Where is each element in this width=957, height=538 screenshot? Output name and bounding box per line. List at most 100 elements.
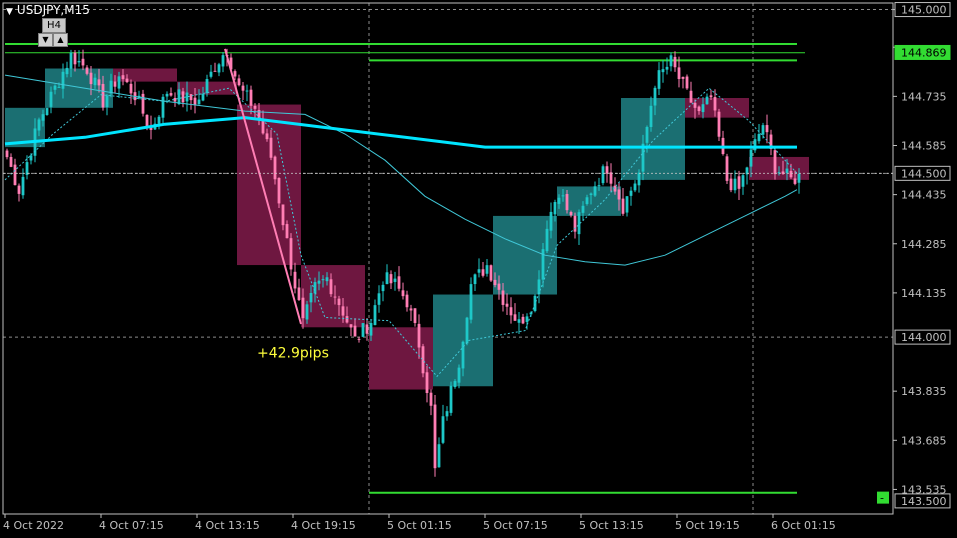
candle-bull	[209, 71, 213, 77]
candle-bull	[221, 55, 225, 67]
candle-bull	[201, 93, 205, 101]
candle-bear	[413, 308, 417, 323]
price-label: 144.500	[901, 167, 947, 180]
candle-bear	[141, 93, 145, 114]
candle-bear	[737, 176, 741, 189]
candle-bull	[657, 70, 661, 89]
price-label: 145.000	[901, 4, 947, 17]
candle-bull	[361, 323, 365, 337]
candle-bear	[421, 346, 425, 374]
candle-bear	[17, 185, 21, 194]
candle-bull	[533, 295, 537, 312]
candle-bear	[181, 91, 185, 103]
candle-bull	[661, 69, 665, 73]
candle-bull	[785, 168, 789, 174]
triangle-down-icon: ▼	[42, 35, 49, 44]
candle-bear	[697, 106, 701, 112]
candle-bear	[249, 89, 253, 106]
candle-bear	[349, 324, 353, 328]
candle-bear	[397, 276, 401, 289]
candle-bull	[37, 119, 41, 131]
candle-bull	[749, 149, 753, 167]
htf-up-button[interactable]: ▲	[53, 33, 68, 47]
x-tick-label: 4 Oct 13:15	[195, 519, 260, 532]
candle-bear	[9, 156, 13, 167]
candle-bear	[565, 194, 569, 211]
candle-bull	[177, 89, 181, 105]
candle-bull	[545, 228, 549, 252]
candle-bear	[429, 392, 433, 406]
candle-bull	[581, 205, 585, 213]
x-tick-label: 4 Oct 2022	[3, 519, 64, 532]
htf-down-button[interactable]: ▼	[38, 33, 53, 47]
triangle-up-icon: ▲	[57, 35, 64, 44]
candle-bear	[281, 204, 285, 226]
candle-bear	[97, 79, 101, 86]
candle-bear	[773, 150, 777, 175]
candle-bull	[41, 114, 45, 121]
candle-bear	[689, 90, 693, 103]
candle-bull	[77, 60, 81, 63]
candle-bull	[601, 166, 605, 184]
candle-bear	[353, 325, 357, 337]
candle-bull	[757, 133, 761, 142]
candle-bull	[761, 125, 765, 135]
candle-bull	[49, 91, 53, 107]
htf-control[interactable]: H4 ▼ ▲	[38, 18, 70, 47]
candle-bull	[105, 95, 109, 108]
y-tick-label: 143.835	[901, 385, 947, 398]
candle-bull	[633, 183, 637, 191]
candle-bull	[45, 108, 49, 116]
candle-bull	[797, 173, 801, 183]
candle-bear	[793, 178, 797, 184]
candle-bear	[489, 265, 493, 281]
candle-bull	[377, 293, 381, 305]
candle-bear	[193, 97, 197, 105]
candle-bear	[401, 290, 405, 297]
candle-bull	[21, 176, 25, 196]
candle-bull	[53, 85, 57, 90]
candle-bear	[789, 170, 793, 178]
candle-bear	[189, 94, 193, 101]
candle-bull	[65, 67, 69, 75]
candle-bear	[617, 189, 621, 200]
candle-bull	[441, 416, 445, 443]
candle-bear	[277, 177, 281, 204]
candle-bear	[681, 76, 685, 79]
candle-bull	[305, 304, 309, 320]
candle-bear	[253, 105, 257, 109]
y-tick-label: 144.585	[901, 139, 947, 152]
candle-bear	[5, 150, 9, 158]
candle-bull	[741, 175, 745, 187]
candle-bear	[293, 271, 297, 289]
candle-bull	[589, 193, 593, 195]
candle-bear	[125, 78, 129, 83]
candle-bull	[57, 86, 61, 88]
price-label: 144.000	[901, 331, 947, 344]
candle-bear	[341, 306, 345, 316]
chart-root[interactable]: +42.9pips 144.735 144.585 144.435 144.285 144…	[0, 0, 957, 538]
candle-bull	[549, 211, 553, 231]
candle-bear	[261, 120, 265, 134]
price-chart[interactable]: +42.9pips 144.735 144.585 144.435 144.285 144…	[0, 0, 957, 538]
x-tick-label: 4 Oct 19:15	[291, 519, 356, 532]
collapse-icon[interactable]: ▼	[6, 7, 13, 17]
candle-bear	[713, 97, 717, 111]
candle-bear	[285, 224, 289, 239]
candle-bear	[85, 67, 89, 74]
candle-bear	[673, 56, 677, 68]
candle-bear	[717, 111, 721, 137]
x-tick-label: 5 Oct 19:15	[675, 519, 740, 532]
candle-bear	[417, 323, 421, 348]
candle-bull	[61, 71, 65, 89]
candle-bear	[425, 372, 429, 394]
candle-bear	[389, 274, 393, 284]
candle-bull	[117, 76, 121, 89]
small-marker-text: -	[880, 492, 884, 505]
candle-bear	[685, 76, 689, 89]
candle-bull	[477, 269, 481, 273]
candle-bull	[585, 197, 589, 204]
candle-bull	[593, 186, 597, 196]
price-label: 144.869	[901, 46, 947, 59]
candle-bear	[493, 279, 497, 286]
